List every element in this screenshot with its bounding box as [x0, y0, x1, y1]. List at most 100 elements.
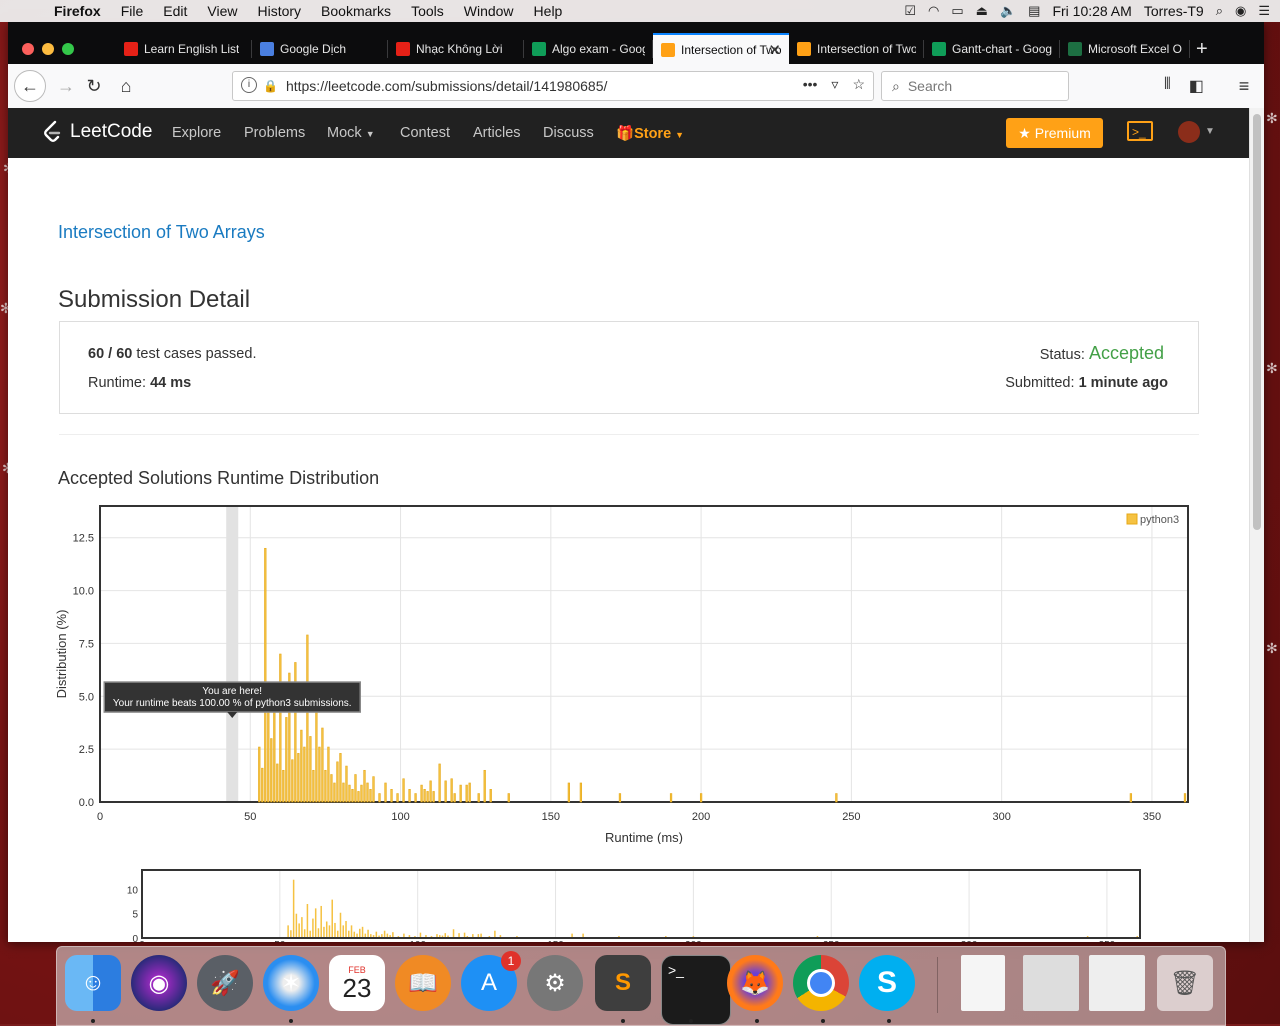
browser-tab[interactable]: Microsoft Excel Onl: [1060, 33, 1190, 64]
browser-tab[interactable]: Google Dịch: [252, 33, 388, 64]
airplay-icon[interactable]: ▭: [951, 3, 963, 19]
browser-tab[interactable]: Intersection of Two ✕: [653, 33, 789, 64]
zoom-window-button[interactable]: [62, 43, 74, 55]
histogram-bar: [270, 738, 273, 803]
hamburger-menu-icon[interactable]: ≡: [1230, 72, 1258, 100]
finder-icon[interactable]: ☺: [65, 955, 121, 1011]
histogram-bar: [1129, 793, 1133, 803]
home-button[interactable]: ⌂: [112, 72, 140, 100]
nav-store[interactable]: 🎁Store ▼: [616, 125, 684, 142]
nav-contest[interactable]: Contest: [400, 125, 450, 141]
task-check-icon[interactable]: ☑: [904, 3, 916, 19]
app-store-icon[interactable]: A 1: [461, 951, 521, 1011]
pocket-icon[interactable]: ▿: [831, 76, 838, 93]
browser-tab[interactable]: Nhạc Không Lời: [388, 33, 524, 64]
siri-icon[interactable]: ◉: [131, 955, 187, 1011]
url-text[interactable]: https://leetcode.com/submissions/detail/…: [286, 78, 607, 94]
close-tab-icon[interactable]: ✕: [768, 41, 781, 59]
histogram-bar: [408, 789, 411, 803]
sidebar-icon[interactable]: ◧: [1189, 76, 1204, 96]
avatar[interactable]: [1178, 121, 1200, 143]
histogram-bar: [366, 782, 369, 803]
back-button[interactable]: ←: [14, 70, 46, 102]
overview-x-tick: 100: [409, 940, 426, 942]
reload-button[interactable]: ↻: [80, 72, 108, 100]
caret-down-icon[interactable]: ▼: [1205, 126, 1215, 137]
menu-app-name[interactable]: Firefox: [54, 3, 101, 19]
screenshot-stack-icon[interactable]: [1023, 955, 1079, 1011]
siri-icon[interactable]: ◉: [1235, 3, 1246, 19]
menu-history[interactable]: History: [257, 3, 301, 19]
browser-tab[interactable]: Algo exam - Google: [524, 33, 653, 64]
browser-tab[interactable]: Learn English List: [116, 33, 252, 64]
bookmark-star-icon[interactable]: ☆: [852, 76, 865, 93]
firefox-icon[interactable]: 🦊: [727, 955, 783, 1011]
library-icon[interactable]: ⫴: [1164, 76, 1171, 96]
x-tick-label: 200: [692, 811, 710, 823]
chrome-icon[interactable]: [793, 955, 849, 1011]
nav-explore[interactable]: Explore: [172, 125, 221, 141]
volume-icon[interactable]: 🔈: [1000, 3, 1016, 19]
launchpad-icon[interactable]: 🚀: [197, 955, 253, 1011]
leetcode-logo-text: LeetCode: [70, 121, 153, 142]
browser-tab[interactable]: Gantt-chart - Google: [924, 33, 1060, 64]
new-tab-button[interactable]: +: [1196, 38, 1208, 61]
wifi-icon[interactable]: ◠: [928, 3, 939, 19]
menubar-user[interactable]: Torres-T9: [1144, 3, 1204, 19]
histogram-bar: [321, 727, 324, 803]
ibooks-icon[interactable]: 📖: [395, 955, 451, 1011]
safari-icon[interactable]: ✶: [263, 955, 319, 1011]
url-bar[interactable]: i 🔒 https://leetcode.com/submissions/det…: [232, 71, 874, 101]
downloads-stack-icon[interactable]: [1089, 955, 1145, 1011]
playground-icon[interactable]: >_: [1127, 121, 1153, 141]
minimize-window-button[interactable]: [42, 43, 54, 55]
menu-tools[interactable]: Tools: [411, 3, 444, 19]
site-info-icon[interactable]: i: [241, 77, 257, 93]
menubar-clock[interactable]: Fri 10:28 AM: [1052, 3, 1131, 19]
nav-problems[interactable]: Problems: [244, 125, 305, 141]
histogram-bar: [351, 789, 354, 803]
page-actions-icon[interactable]: •••: [803, 76, 818, 93]
flag-input-icon[interactable]: ▤: [1028, 3, 1040, 19]
document-icon[interactable]: [961, 955, 1005, 1011]
legend-swatch: [1126, 513, 1138, 525]
nav-mock[interactable]: Mock ▼: [327, 125, 375, 141]
sublime-text-icon[interactable]: S: [595, 955, 651, 1011]
menu-file[interactable]: File: [121, 3, 144, 19]
eject-icon[interactable]: ⏏: [976, 3, 988, 19]
skype-icon[interactable]: S: [859, 955, 915, 1011]
terminal-icon[interactable]: >_: [661, 955, 731, 1025]
forward-button[interactable]: →: [52, 72, 80, 100]
spotlight-icon[interactable]: ⌕: [1216, 3, 1223, 19]
histogram-bar: [426, 791, 429, 803]
nav-articles[interactable]: Articles: [473, 125, 521, 141]
overview-bar: [306, 904, 309, 938]
nav-discuss[interactable]: Discuss: [543, 125, 594, 141]
trash-icon[interactable]: 🗑: [1157, 955, 1213, 1011]
histogram-bar: [309, 736, 312, 803]
menu-window[interactable]: Window: [464, 3, 514, 19]
menu-edit[interactable]: Edit: [163, 3, 187, 19]
tab-label: Google Dịch: [280, 41, 347, 56]
runtime-overview-chart[interactable]: 0 50 100 150 200 250 300 350 0 5 10: [108, 868, 1148, 942]
menu-help[interactable]: Help: [534, 3, 563, 19]
menu-bookmarks[interactable]: Bookmarks: [321, 3, 391, 19]
calendar-icon[interactable]: FEB 23: [329, 955, 385, 1011]
premium-button[interactable]: ★ Premium: [1006, 118, 1103, 148]
play-icon: [396, 41, 410, 56]
close-window-button[interactable]: [22, 43, 34, 55]
overview-bar: [325, 921, 328, 938]
status-badge[interactable]: Accepted: [1089, 343, 1164, 363]
problem-title-link[interactable]: Intersection of Two Arrays: [58, 222, 265, 243]
leetcode-logo[interactable]: LeetCode: [42, 120, 152, 144]
scrollbar-thumb[interactable]: [1253, 114, 1261, 530]
page-scrollbar[interactable]: [1249, 108, 1264, 942]
notification-center-icon[interactable]: ☰: [1258, 3, 1270, 19]
search-input[interactable]: ⌕ Search: [881, 71, 1069, 101]
histogram-bar: [450, 778, 453, 803]
menu-view[interactable]: View: [207, 3, 237, 19]
runtime-distribution-chart[interactable]: 0 50 100 150 200 250 300 350 0.0 2.5 5.0 7.5 10.0 12.…: [48, 494, 1208, 844]
system-preferences-icon[interactable]: ⚙: [527, 955, 583, 1011]
overview-bar: [336, 930, 339, 938]
browser-tab[interactable]: Intersection of Two: [789, 33, 924, 64]
